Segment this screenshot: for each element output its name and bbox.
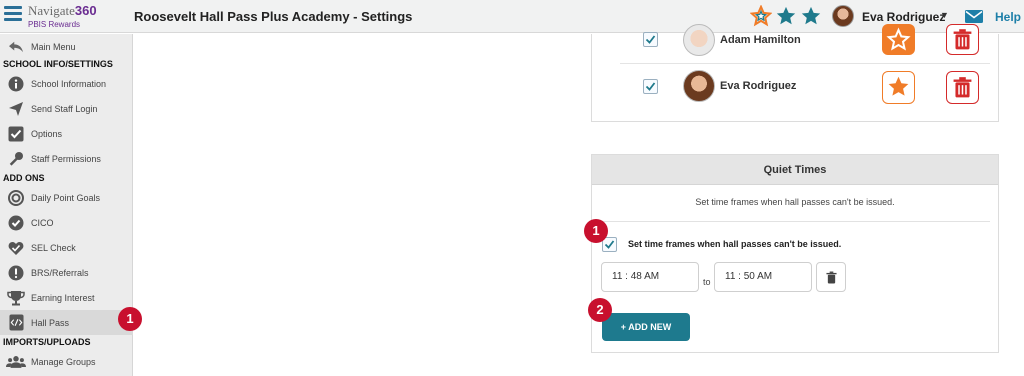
staff-list-card [591, 34, 999, 122]
sidebar-item-daily-point-goals[interactable]: Daily Point Goals [0, 185, 133, 210]
to-label: to [703, 277, 711, 287]
target-icon [4, 188, 28, 208]
brand-subtitle: PBIS Rewards [28, 20, 81, 29]
brand-logo: Navigate360 PBIS Rewards [28, 3, 97, 29]
top-bar: Navigate360 PBIS Rewards Roosevelt Hall … [0, 0, 1024, 33]
sidebar: Main Menu SCHOOL INFO/SETTINGS School In… [0, 34, 133, 376]
favorite-button[interactable] [882, 24, 915, 55]
key-icon [4, 149, 28, 169]
sidebar-item-brs-referrals[interactable]: BRS/Referrals [0, 260, 133, 285]
sidebar-item-sel-check[interactable]: SEL Check [0, 235, 133, 260]
avatar[interactable] [832, 5, 854, 27]
sidebar-item-label: Manage Groups [31, 356, 96, 367]
quiet-times-checkbox-label: Set time frames when hall passes can't b… [628, 239, 842, 249]
sidebar-item-label: BRS/Referrals [31, 267, 89, 278]
sidebar-item-label: Staff Permissions [31, 153, 101, 164]
sidebar-item-staff-permissions[interactable]: Staff Permissions [0, 146, 133, 171]
section-heading-school-info: SCHOOL INFO/SETTINGS [3, 59, 113, 69]
sidebar-item-send-staff-login[interactable]: Send Staff Login [0, 96, 133, 121]
avatar [683, 24, 715, 56]
callout-badge: 2 [588, 298, 612, 322]
brand-name: Navigate [28, 3, 75, 18]
end-time-input[interactable]: 11 : 50 AM [714, 262, 812, 292]
delete-user-button[interactable] [946, 24, 979, 55]
row-divider [620, 63, 990, 64]
send-icon [4, 99, 28, 119]
user-name: Eva Rodriguez [720, 80, 797, 92]
quiet-times-description: Set time frames when hall passes can't b… [695, 197, 895, 207]
check-circle-icon [4, 213, 28, 233]
callout-badge: 1 [118, 307, 142, 331]
divider [600, 221, 990, 222]
delete-user-button[interactable] [946, 71, 979, 104]
sidebar-item-earning-interest[interactable]: Earning Interest [0, 285, 133, 310]
quiet-times-card: Quiet Times Set time frames when hall pa… [591, 154, 999, 353]
section-heading-add-ons: ADD ONS [3, 173, 45, 183]
sidebar-item-label: Send Staff Login [31, 103, 98, 114]
trash-icon [825, 271, 837, 283]
star-icon[interactable] [775, 5, 797, 27]
back-arrow-icon [4, 37, 28, 57]
sidebar-item-options[interactable]: Options [0, 121, 133, 146]
brand-number: 360 [74, 3, 97, 18]
sidebar-item-label: School Information [31, 78, 107, 89]
user-checkbox[interactable] [643, 32, 658, 47]
sidebar-item-label: Hall Pass [31, 317, 70, 328]
sidebar-item-label: Options [31, 128, 63, 139]
user-checkbox[interactable] [643, 79, 658, 94]
page-title: Roosevelt Hall Pass Plus Academy - Setti… [134, 9, 413, 24]
callout-badge: 1 [584, 219, 608, 243]
help-link[interactable]: Help [995, 10, 1021, 24]
hamburger-menu-icon[interactable] [4, 6, 22, 24]
user-name: Adam Hamilton [720, 34, 801, 46]
start-time-input[interactable]: 11 : 48 AM [601, 262, 699, 292]
sidebar-item-main-menu[interactable]: Main Menu [0, 34, 133, 59]
sidebar-item-label: Main Menu [31, 41, 76, 52]
mail-icon[interactable] [965, 10, 983, 23]
star-outline-icon[interactable] [749, 4, 773, 27]
star-icon[interactable] [800, 5, 822, 27]
heart-check-icon [4, 238, 28, 258]
sidebar-item-label: Earning Interest [31, 292, 95, 303]
checkbox-icon [4, 124, 28, 144]
hall-pass-icon [4, 313, 28, 333]
user-name[interactable]: Eva Rodriguez [862, 10, 945, 24]
delete-time-button[interactable] [816, 262, 846, 292]
sidebar-item-hall-pass[interactable]: Hall Pass [0, 310, 133, 335]
section-heading-imports-uploads: IMPORTS/UPLOADS [3, 337, 91, 347]
favorite-button[interactable] [882, 71, 915, 104]
group-icon [4, 352, 28, 372]
sidebar-item-label: SEL Check [31, 242, 76, 253]
sidebar-item-cico[interactable]: CICO [0, 210, 133, 235]
sidebar-item-manage-groups[interactable]: Manage Groups [0, 349, 133, 374]
sidebar-item-school-information[interactable]: School Information [0, 71, 133, 96]
sidebar-item-label: Daily Point Goals [31, 192, 101, 203]
info-icon [4, 74, 28, 94]
chevron-down-icon[interactable]: ▼ [940, 10, 949, 20]
avatar [683, 70, 715, 102]
quiet-times-title: Quiet Times [592, 155, 998, 185]
alert-icon [4, 263, 28, 283]
sidebar-item-label: CICO [31, 217, 54, 228]
add-new-label: ADD NEW [628, 322, 672, 332]
trophy-icon [4, 288, 28, 308]
add-new-button[interactable]: + ADD NEW [602, 313, 690, 341]
